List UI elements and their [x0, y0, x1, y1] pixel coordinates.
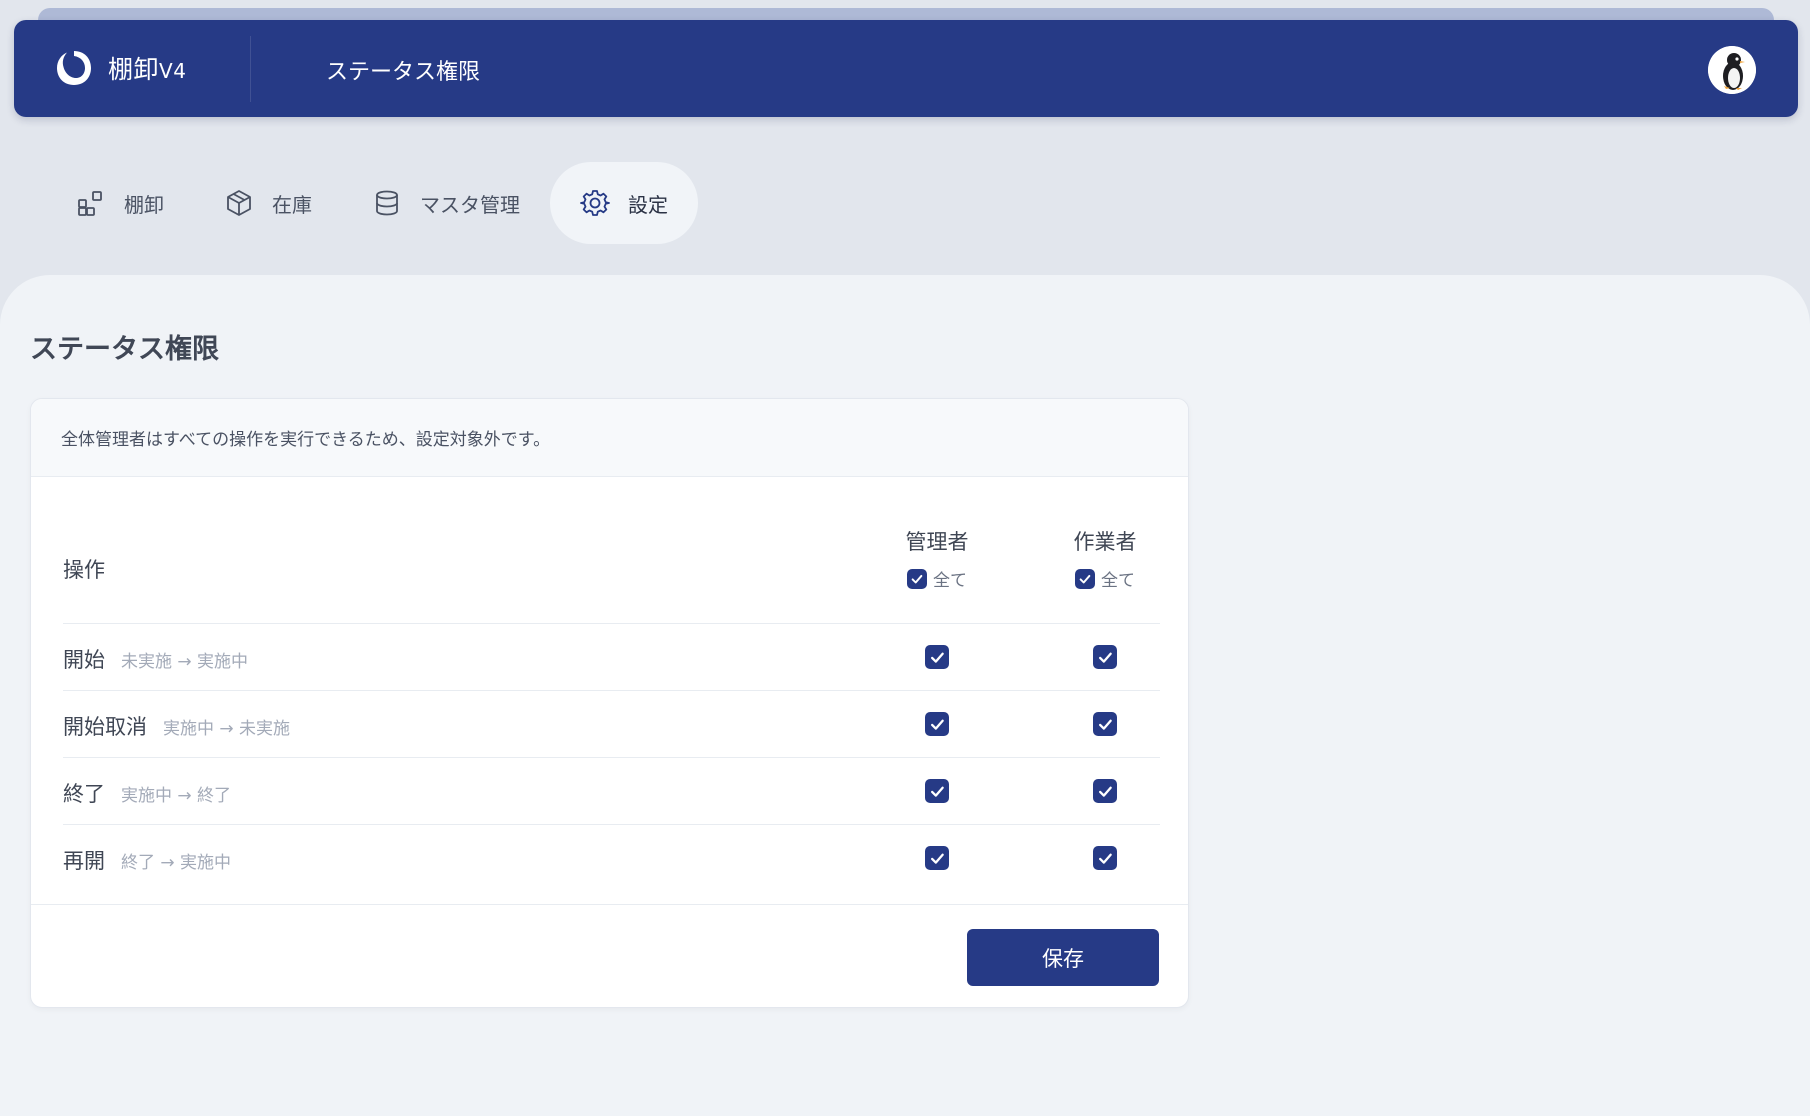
blocks-icon: [78, 191, 102, 216]
admin-cell: [877, 779, 997, 803]
checkbox-worker-start[interactable]: [1093, 645, 1117, 669]
save-button[interactable]: 保存: [967, 929, 1159, 986]
admin-cell: [877, 846, 997, 870]
worker-cell: [1045, 645, 1165, 669]
admin-cell: [877, 712, 997, 736]
op-transition: 実施中 → 終了: [121, 786, 232, 806]
op-transition: 未実施 → 実施中: [121, 652, 249, 672]
card-footer: 保存: [31, 904, 1188, 1007]
op-name: 再開: [63, 849, 105, 873]
worker-cell: [1045, 779, 1165, 803]
worker-cell: [1045, 846, 1165, 870]
op-name: 終了: [63, 782, 105, 806]
checkbox-admin-finish[interactable]: [925, 779, 949, 803]
op-name: 開始取消: [63, 715, 147, 739]
database-icon: [376, 190, 398, 216]
op-name: 開始: [63, 648, 105, 672]
table-row: 開始取消 実施中 → 未実施: [63, 691, 1160, 758]
worker-cell: [1045, 712, 1165, 736]
check-icon: [1098, 719, 1112, 730]
nav-item-settings[interactable]: 設定: [550, 162, 698, 244]
box-icon: [227, 190, 251, 216]
admin-cell: [877, 645, 997, 669]
check-icon: [1098, 853, 1112, 864]
status-permission-card: 全体管理者はすべての操作を実行できるため、設定対象外です。 操作 管理者 全て …: [30, 398, 1189, 1008]
check-icon: [930, 786, 944, 797]
op-cell: 終了 実施中 → 終了: [63, 778, 231, 808]
nav-item-label: マスタ管理: [420, 192, 520, 217]
checkbox-admin-cancel-start[interactable]: [925, 712, 949, 736]
worker-column-header: 作業者 全て: [1045, 526, 1165, 591]
op-transition: 終了 → 実施中: [121, 853, 232, 873]
avatar[interactable]: [1708, 46, 1756, 94]
checkbox-worker-finish[interactable]: [1093, 779, 1117, 803]
nav-item-label: 在庫: [272, 192, 312, 217]
table-row: 再開 終了 → 実施中: [63, 825, 1160, 892]
role-label: 作業者: [1073, 530, 1137, 554]
app-name: 棚卸V4: [108, 55, 187, 84]
op-cell: 再開 終了 → 実施中: [63, 845, 231, 875]
nav-item-tanaoroshi[interactable]: 棚卸: [46, 162, 194, 244]
select-all-label: 全て: [933, 571, 967, 591]
check-icon: [930, 652, 944, 663]
header-divider: [250, 36, 251, 102]
checkbox-worker-cancel-start[interactable]: [1093, 712, 1117, 736]
role-label: 管理者: [905, 530, 969, 554]
checkbox-worker-reopen[interactable]: [1093, 846, 1117, 870]
check-icon: [930, 853, 944, 864]
page-title: ステータス権限: [30, 334, 219, 365]
check-icon: [930, 719, 944, 730]
checkbox-all-admin[interactable]: [907, 568, 927, 589]
gear-icon: [580, 190, 610, 216]
select-all-worker[interactable]: 全て: [1075, 566, 1135, 591]
check-icon: [911, 574, 923, 583]
header-title: ステータス権限: [326, 60, 481, 85]
admin-column-header: 管理者 全て: [877, 526, 997, 591]
notice-text: 全体管理者はすべての操作を実行できるため、設定対象外です。: [31, 399, 1188, 477]
penguin-avatar-icon: [1708, 46, 1756, 94]
op-cell: 開始 未実施 → 実施中: [63, 644, 248, 674]
check-icon: [1079, 574, 1091, 583]
checkbox-all-worker[interactable]: [1075, 568, 1095, 589]
table-header: 操作 管理者 全て 作業者 全て: [63, 526, 1160, 624]
select-all-admin[interactable]: 全て: [907, 566, 967, 591]
checkbox-admin-start[interactable]: [925, 645, 949, 669]
permission-table: 操作 管理者 全て 作業者 全て 開始 未実施 → 実施中 開始取消 実施中 →…: [63, 526, 1160, 892]
nav-item-label: 設定: [628, 192, 668, 217]
app-logo[interactable]: 棚卸V4: [54, 48, 214, 88]
main-content: ステータス権限 全体管理者はすべての操作を実行できるため、設定対象外です。 操作…: [0, 275, 1810, 1116]
check-icon: [1098, 652, 1112, 663]
checkbox-admin-reopen[interactable]: [925, 846, 949, 870]
table-row: 開始 未実施 → 実施中: [63, 624, 1160, 691]
table-row: 終了 実施中 → 終了: [63, 758, 1160, 825]
op-cell: 開始取消 実施中 → 未実施: [63, 711, 290, 741]
op-transition: 実施中 → 未実施: [163, 719, 291, 739]
check-icon: [1098, 786, 1112, 797]
nav-item-zaiko[interactable]: 在庫: [194, 162, 342, 244]
nav-item-master[interactable]: マスタ管理: [342, 162, 550, 244]
nav-item-label: 棚卸: [124, 192, 164, 217]
logo-icon: [57, 51, 91, 85]
select-all-label: 全て: [1101, 571, 1135, 591]
main-nav: 棚卸 在庫 マスタ管理 設定: [46, 162, 698, 244]
op-column-header: 操作: [63, 558, 105, 582]
app-header: 棚卸V4 ステータス権限: [14, 20, 1798, 117]
